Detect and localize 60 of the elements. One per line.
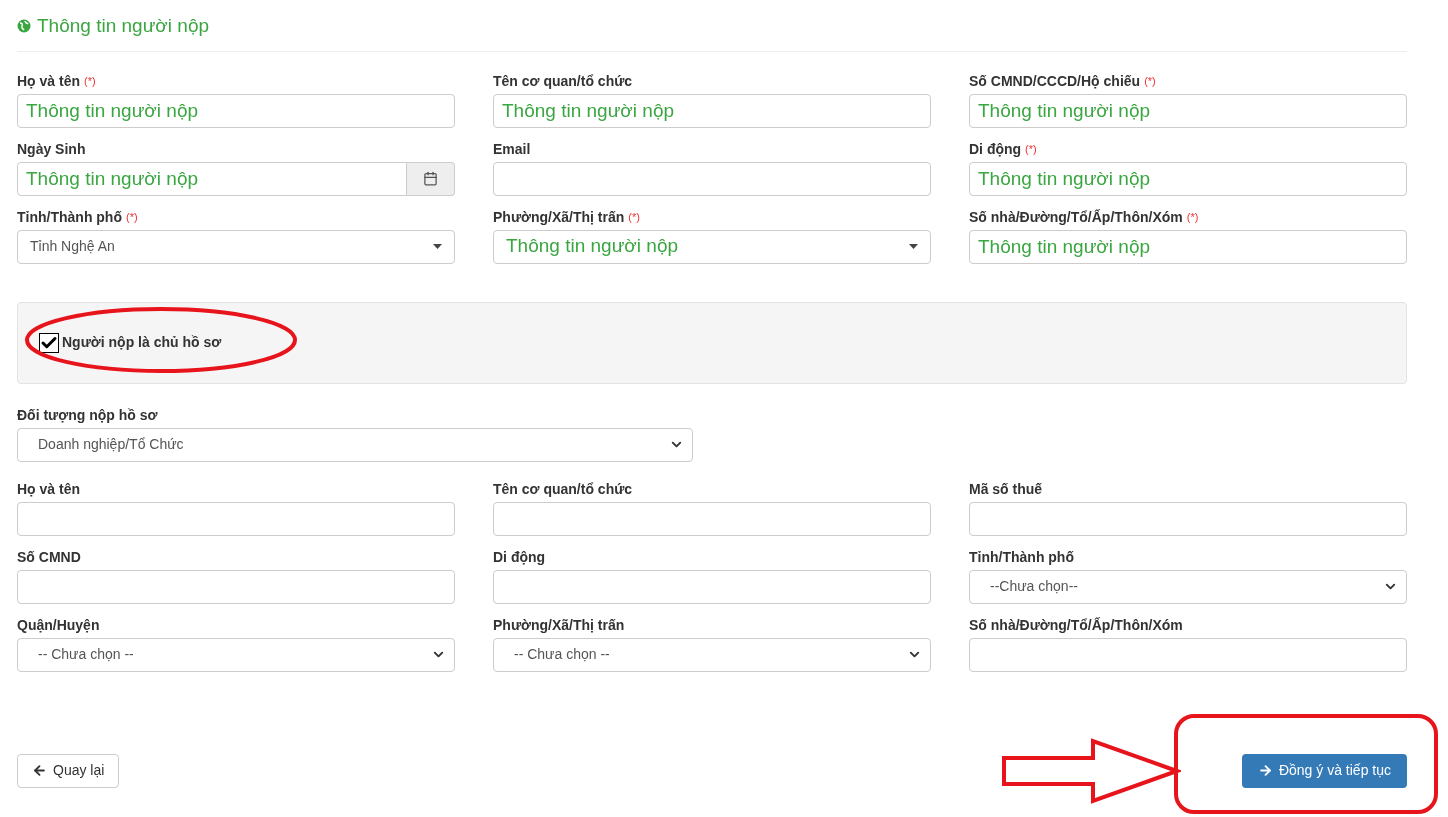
field-label: Tên cơ quan/tổ chức (493, 72, 633, 91)
field-label: Tỉnh/Thành phố (17, 208, 122, 227)
field-label: Đối tượng nộp hồ sơ (17, 406, 158, 425)
dropdown-field[interactable]: Tỉnh Nghệ An (17, 229, 455, 264)
field-label: Tên cơ quan/tổ chức (493, 480, 633, 499)
select-field[interactable]: --Chưa chọn-- (969, 569, 1407, 604)
text-field[interactable]: Thông tin người nộp (969, 161, 1407, 196)
text-field[interactable] (969, 637, 1407, 672)
field-label: Email (493, 140, 531, 159)
required-mark: (*) (1025, 142, 1037, 158)
required-mark: (*) (126, 210, 138, 226)
checkbox-label: Người nộp là chủ hồ sơ (62, 333, 222, 352)
field-label: Số CMND (17, 548, 81, 567)
dropdown-value: Tỉnh Nghệ An (30, 237, 115, 256)
calendar-button[interactable] (407, 161, 455, 196)
required-mark: (*) (84, 74, 96, 90)
field-label: Phường/Xã/Thị trấn (493, 208, 625, 227)
field-label: Tỉnh/Thành phố (969, 548, 1074, 567)
section-title: Thông tin người nộp (37, 14, 209, 38)
field-label: Phường/Xã/Thị trấn (493, 616, 625, 635)
text-field[interactable] (17, 569, 455, 604)
select-value: -- Chưa chọn -- (514, 645, 611, 664)
text-field[interactable]: Thông tin người nộp (969, 229, 1407, 264)
field-label: Di động (969, 140, 1022, 159)
required-mark: (*) (1186, 210, 1199, 226)
field-label: Quận/Huyện (17, 616, 100, 635)
field-label: Số CMND/CCCD/Hộ chiếu (969, 72, 1141, 91)
text-field[interactable] (493, 501, 931, 536)
caret-icon (909, 244, 918, 249)
field-label: Họ và tên (17, 480, 80, 499)
field-label: Họ và tên (17, 72, 80, 91)
dropdown-field[interactable]: Thông tin người nộp (493, 229, 931, 264)
select-field[interactable]: -- Chưa chọn -- (493, 637, 931, 672)
text-field[interactable]: Thông tin người nộp (969, 93, 1407, 128)
required-mark: (*) (628, 210, 640, 226)
field-label: Ngày Sinh (17, 140, 86, 159)
select-field[interactable]: Doanh nghiệp/Tổ Chức (17, 427, 693, 462)
calendar-icon (423, 171, 438, 186)
select-value: -- Chưa chọn -- (38, 645, 135, 664)
text-field[interactable] (493, 569, 931, 604)
field-label: Số nhà/Đường/Tổ/Ấp/Thôn/Xóm (969, 208, 1183, 227)
required-mark: (*) (1144, 74, 1156, 90)
select-field[interactable]: -- Chưa chọn -- (17, 637, 455, 672)
field-label: Mã số thuế (969, 480, 1043, 499)
arrow-right-icon (1257, 763, 1273, 778)
field-label: Di động (493, 548, 546, 567)
checkbox[interactable] (39, 332, 59, 353)
text-field[interactable]: Thông tin người nộp (17, 93, 455, 128)
text-field[interactable] (493, 161, 931, 196)
field-label: Số nhà/Đường/Tổ/Ấp/Thôn/Xóm (969, 616, 1183, 635)
globe-icon (17, 19, 31, 34)
date-field[interactable]: Thông tin người nộp (17, 161, 407, 196)
text-field[interactable]: Thông tin người nộp (493, 93, 931, 128)
select-value: --Chưa chọn-- (990, 577, 1079, 596)
caret-icon (433, 244, 442, 249)
back-button[interactable]: Quay lại (17, 753, 120, 788)
text-field[interactable] (17, 501, 455, 536)
text-field[interactable] (969, 501, 1407, 536)
continue-button[interactable]: Đồng ý và tiếp tục (1241, 753, 1407, 788)
dropdown-value: Thông tin người nộp (506, 234, 678, 259)
